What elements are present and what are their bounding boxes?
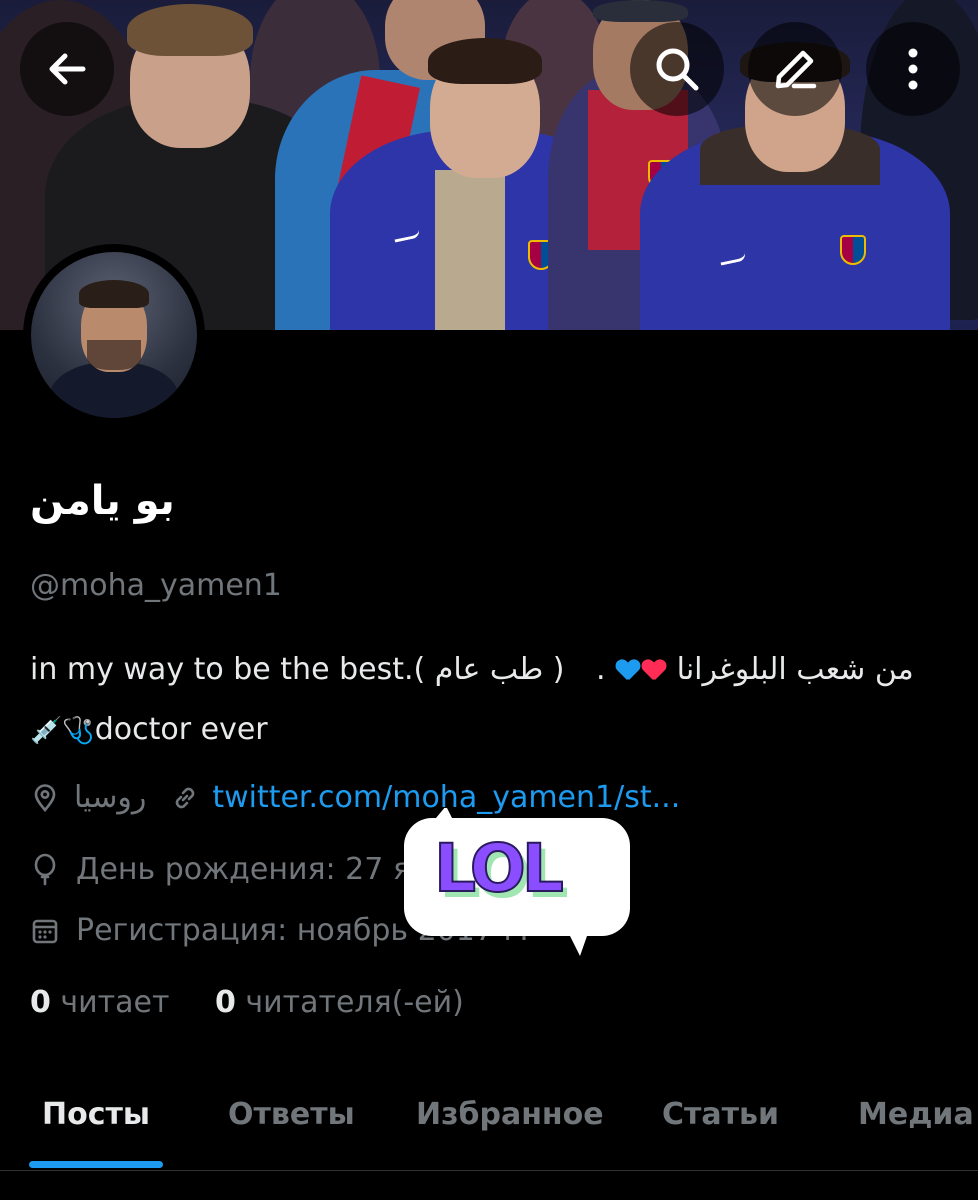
- back-button[interactable]: [20, 22, 114, 116]
- lol-sticker: LOL LOL: [402, 806, 632, 958]
- following-stat[interactable]: 0 читает: [30, 985, 169, 1020]
- bio-text-doctor: doctor ever: [94, 712, 268, 747]
- bio-text-prefix: in my way to be the best.(: [30, 652, 426, 687]
- blue-heart-icon: [616, 660, 640, 682]
- red-heart-icon: [642, 660, 666, 682]
- search-button[interactable]: [630, 22, 724, 116]
- location-text: روسيا: [74, 780, 147, 815]
- bio-text-paren-close: ): [552, 652, 565, 687]
- active-tab-indicator: [29, 1161, 163, 1168]
- edit-button[interactable]: [748, 22, 842, 116]
- bio-text-paren: طب عام: [425, 652, 553, 687]
- followers-stat[interactable]: 0 читателя(-ей): [215, 985, 464, 1020]
- syringe-stethoscope-icon: 💉🩺: [30, 716, 95, 746]
- back-arrow-icon: [49, 53, 86, 85]
- tab-media[interactable]: Медиа: [858, 1097, 974, 1132]
- bio-text-arabic: من شعب البلوغرانا: [676, 652, 914, 687]
- following-label: читает: [60, 985, 170, 1020]
- birthday-row: День рождения: 27 я: [30, 852, 411, 887]
- follow-stats: 0 читает 0 читателя(-ей): [30, 985, 464, 1020]
- tab-likes[interactable]: Избранное: [416, 1097, 604, 1132]
- more-button[interactable]: [866, 22, 960, 116]
- profile-tabs: Посты Ответы Избранное Статьи Медиа: [0, 1085, 978, 1171]
- calendar-icon: [32, 919, 58, 943]
- edit-icon: [775, 50, 817, 89]
- tab-replies[interactable]: Ответы: [228, 1097, 355, 1132]
- birthday-text: День рождения: 27 я: [76, 852, 411, 887]
- bio-line-1: in my way to be the best.( طب عام ) . من…: [30, 640, 950, 700]
- bio-text-dot: .: [596, 652, 606, 687]
- followers-label: читателя(-ей): [245, 985, 464, 1020]
- search-icon: [656, 48, 699, 91]
- sticker-text: LOL: [433, 829, 565, 908]
- bio-line-2: 💉🩺doctor ever: [30, 700, 950, 761]
- following-count: 0: [30, 985, 51, 1020]
- more-vertical-icon: [908, 48, 918, 90]
- tab-articles[interactable]: Статьи: [662, 1097, 779, 1132]
- avatar-photo: [31, 252, 197, 418]
- link-icon: [176, 787, 195, 808]
- user-handle: @moha_yamen1: [30, 568, 282, 603]
- display-name: بو يامن: [30, 478, 175, 524]
- followers-count: 0: [214, 985, 236, 1020]
- profile-bio: in my way to be the best.( طب عام ) . من…: [30, 640, 950, 761]
- profile-avatar[interactable]: [23, 244, 205, 426]
- tab-posts[interactable]: Посты: [42, 1097, 150, 1132]
- location-pin-icon: [34, 783, 56, 812]
- balloon-icon: [34, 853, 56, 885]
